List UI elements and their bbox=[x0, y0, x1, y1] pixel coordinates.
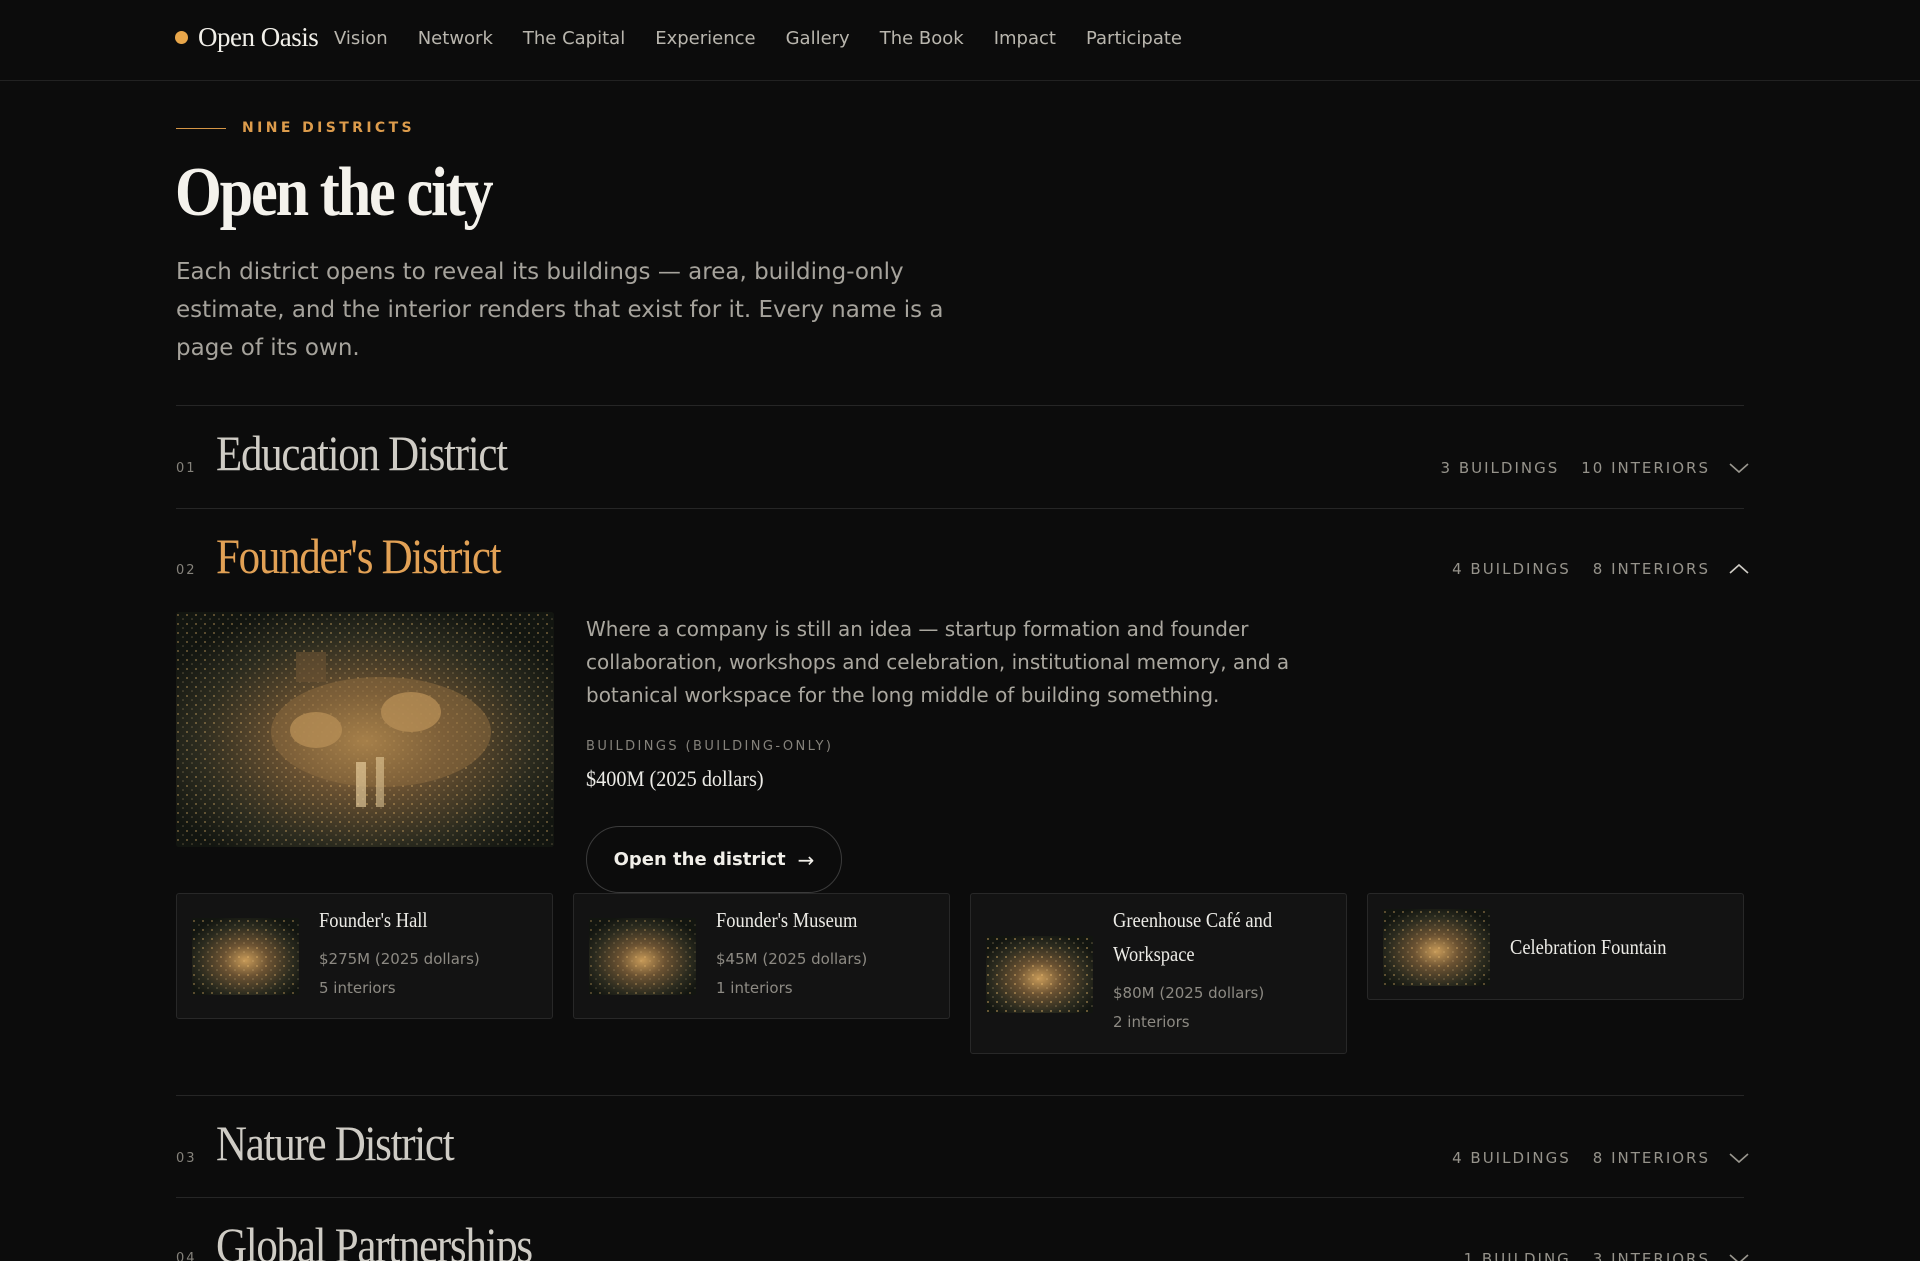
top-navigation: Open Oasis Vision Network The Capital Ex… bbox=[0, 0, 1920, 81]
building-count: 1 BUILDING bbox=[1463, 1250, 1571, 1261]
brand-dot-icon bbox=[175, 31, 188, 44]
building-title: Founder's Museum bbox=[716, 908, 858, 932]
district-name[interactable]: Nature District bbox=[216, 1116, 455, 1171]
interior-count: 3 INTERIORS bbox=[1592, 1250, 1710, 1261]
district-name[interactable]: Education District bbox=[216, 426, 508, 481]
building-interiors: 5 interiors bbox=[319, 979, 396, 997]
district-number: 01 bbox=[176, 461, 197, 476]
building-count: 3 BUILDINGS bbox=[1440, 459, 1560, 477]
eyebrow-rule bbox=[176, 127, 226, 129]
row-divider bbox=[176, 1095, 1744, 1096]
open-district-label: Open the district bbox=[613, 849, 786, 870]
building-thumbnail bbox=[986, 936, 1093, 1013]
estimate-value: $400M (2025 dollars) bbox=[586, 766, 764, 791]
building-title: Greenhouse Café and Workspace bbox=[1113, 908, 1273, 966]
building-thumbnail bbox=[1383, 909, 1490, 986]
arrow-right-icon: → bbox=[797, 847, 815, 872]
district-number: 02 bbox=[176, 563, 197, 578]
building-price: $80M (2025 dollars) bbox=[1113, 984, 1265, 1002]
building-card-founders-hall[interactable]: Founder's Hall $275M (2025 dollars) 5 in… bbox=[176, 893, 553, 1019]
interior-count: 10 INTERIORS bbox=[1581, 459, 1710, 477]
row-divider bbox=[176, 405, 1744, 406]
district-meta: 4 BUILDINGS 8 INTERIORS bbox=[1430, 1149, 1750, 1167]
brand-logo[interactable]: Open Oasis bbox=[175, 22, 319, 53]
building-title: Celebration Fountain bbox=[1510, 935, 1667, 959]
building-card-founders-museum[interactable]: Founder's Museum $45M (2025 dollars) 1 i… bbox=[573, 893, 950, 1019]
interior-count: 8 INTERIORS bbox=[1592, 1149, 1710, 1167]
building-card-celebration-fountain[interactable]: Celebration Fountain bbox=[1367, 893, 1744, 1000]
nav-link-participate[interactable]: Participate bbox=[1086, 28, 1182, 49]
nav-link-experience[interactable]: Experience bbox=[655, 28, 755, 49]
building-count: 4 BUILDINGS bbox=[1452, 560, 1571, 578]
nav-link-gallery[interactable]: Gallery bbox=[786, 28, 850, 49]
district-number: 03 bbox=[176, 1151, 197, 1166]
eyebrow-text: NINE DISTRICTS bbox=[242, 120, 416, 136]
district-name[interactable]: Global Partnerships bbox=[216, 1218, 533, 1261]
chevron-down-icon[interactable] bbox=[1728, 1151, 1750, 1165]
district-description: Where a company is still an idea — start… bbox=[586, 617, 1290, 707]
district-meta: 3 BUILDINGS 10 INTERIORS bbox=[1419, 459, 1750, 477]
nav-link-the-book[interactable]: The Book bbox=[880, 28, 964, 49]
building-interiors: 1 interiors bbox=[716, 979, 793, 997]
row-divider bbox=[176, 1197, 1744, 1198]
building-interiors: 2 interiors bbox=[1113, 1013, 1190, 1031]
building-title: Founder's Hall bbox=[319, 908, 428, 932]
district-meta: 1 BUILDING 3 INTERIORS bbox=[1442, 1250, 1750, 1261]
district-aerial-image bbox=[176, 612, 554, 847]
district-name[interactable]: Founder's District bbox=[216, 529, 502, 584]
nav-links: Vision Network The Capital Experience Ga… bbox=[334, 28, 1212, 49]
page-title: Open the city bbox=[175, 154, 494, 231]
chevron-down-icon[interactable] bbox=[1728, 461, 1750, 475]
building-card-greenhouse-cafe[interactable]: Greenhouse Café and Workspace $80M (2025… bbox=[970, 893, 1347, 1054]
interior-count: 8 INTERIORS bbox=[1592, 560, 1710, 578]
building-thumbnail bbox=[589, 918, 696, 995]
nav-link-the-capital[interactable]: The Capital bbox=[523, 28, 625, 49]
building-count: 4 BUILDINGS bbox=[1452, 1149, 1571, 1167]
district-number: 04 bbox=[176, 1251, 197, 1261]
brand-name: Open Oasis bbox=[198, 22, 319, 52]
chevron-up-icon[interactable] bbox=[1728, 562, 1750, 576]
row-divider bbox=[176, 508, 1744, 509]
district-meta: 4 BUILDINGS 8 INTERIORS bbox=[1430, 560, 1750, 578]
page-intro: Each district opens to reveal its buildi… bbox=[176, 259, 944, 361]
nav-link-network[interactable]: Network bbox=[418, 28, 493, 49]
building-price: $45M (2025 dollars) bbox=[716, 950, 868, 968]
nav-link-impact[interactable]: Impact bbox=[994, 28, 1056, 49]
building-price: $275M (2025 dollars) bbox=[319, 950, 480, 968]
section-eyebrow: NINE DISTRICTS bbox=[176, 120, 415, 136]
open-district-button[interactable]: Open the district → bbox=[586, 826, 842, 893]
estimate-label: BUILDINGS (BUILDING-ONLY) bbox=[586, 739, 834, 754]
nav-link-vision[interactable]: Vision bbox=[334, 28, 388, 49]
chevron-down-icon[interactable] bbox=[1728, 1252, 1750, 1261]
building-thumbnail bbox=[192, 918, 299, 995]
